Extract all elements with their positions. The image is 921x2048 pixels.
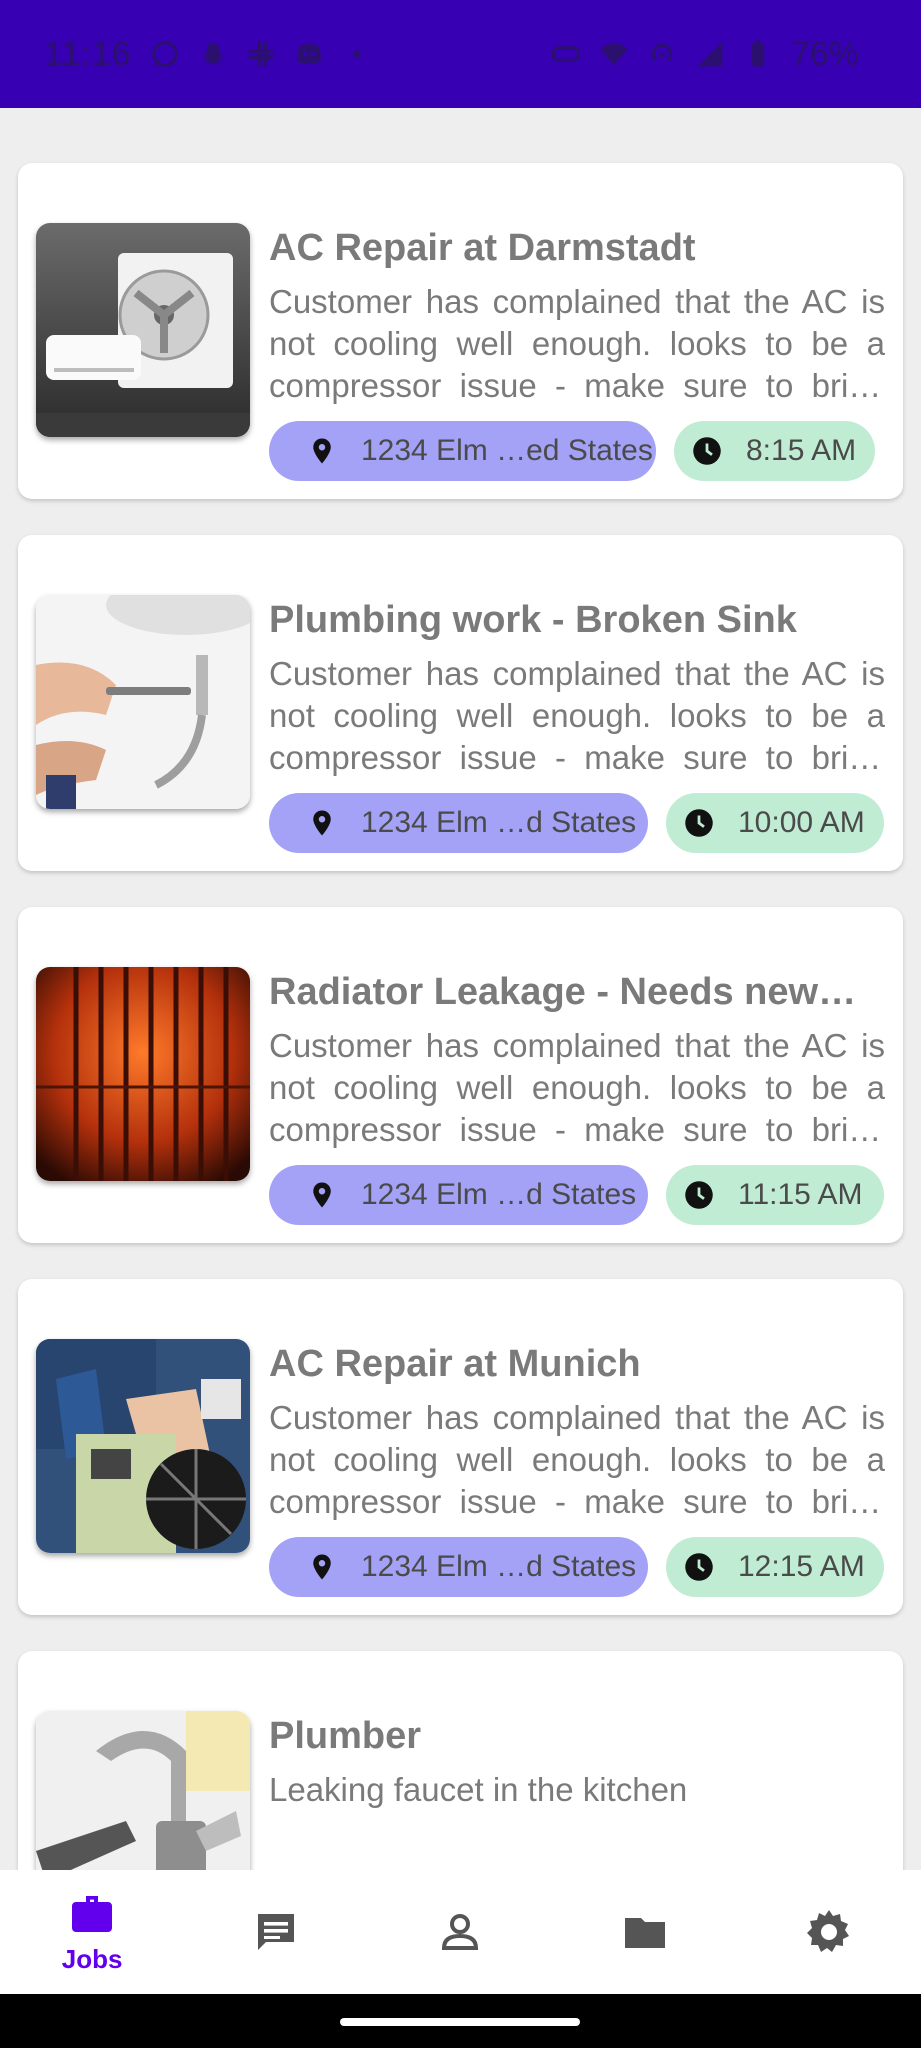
faucet-image [36, 1711, 250, 1870]
discord-icon [296, 44, 322, 64]
status-right: 76% [551, 35, 859, 74]
vr-icon [551, 46, 580, 62]
dot-icon [352, 50, 361, 58]
job-description: Customer has complained that the AC is n… [269, 1399, 885, 1520]
radiator-illustration [36, 967, 250, 1181]
plumbing-image [36, 595, 250, 809]
location-pin-icon [313, 438, 331, 464]
chip-row: 1234 Elm …d States 10:00 AM [269, 793, 884, 853]
clock-icon [685, 1181, 713, 1209]
gesture-area [0, 1994, 921, 2048]
time-text: 12:15 AM [738, 1550, 865, 1583]
time-text: 11:15 AM [738, 1178, 863, 1211]
job-title: Radiator Leakage - Needs new… [269, 971, 857, 1013]
location-text: 1234 Elm …d States [361, 1550, 637, 1583]
plumbing-illustration [36, 595, 250, 809]
clock-icon [685, 1553, 713, 1581]
location-chip[interactable]: 1234 Elm …d States [269, 1537, 648, 1597]
nav-messages[interactable] [216, 1908, 336, 1956]
location-chip[interactable]: 1234 Elm …ed States [269, 421, 656, 481]
briefcase-icon [72, 1895, 113, 1932]
location-text: 1234 Elm …ed States [361, 434, 653, 467]
slack-icon [248, 41, 274, 67]
location-text: 1234 Elm …d States [361, 806, 637, 839]
location-text: 1234 Elm …d States [361, 1178, 637, 1211]
battery-percent: 76% [790, 34, 859, 73]
job-card[interactable]: AC Repair at Munich Customer has complai… [18, 1279, 903, 1615]
home-gesture-bar[interactable] [340, 2018, 580, 2026]
radiator-image [36, 967, 250, 1181]
job-title: AC Repair at Munich [269, 1343, 641, 1385]
job-list[interactable]: AC Repair at Darmstadt Customer has comp… [0, 108, 921, 1870]
status-left: 11:16 [44, 35, 372, 74]
nav-jobs[interactable]: Jobs [32, 1890, 152, 1975]
technician-image [36, 1339, 250, 1553]
job-description: Customer has complained that the AC is n… [269, 1027, 885, 1148]
job-card[interactable]: Plumbing work - Broken Sink Customer has… [18, 535, 903, 871]
ac-unit-illustration [36, 223, 250, 437]
whatsapp-icon [151, 41, 178, 67]
time-chip[interactable]: 10:00 AM [666, 793, 884, 853]
time-text: 8:15 AM [746, 434, 857, 467]
snapchat-icon [202, 42, 223, 66]
job-title: Plumbing work - Broken Sink [269, 599, 797, 641]
nav-jobs-label: Jobs [61, 1943, 123, 1974]
clock-icon [685, 809, 713, 837]
location-pin-icon [313, 1554, 331, 1580]
job-card[interactable]: Radiator Leakage - Needs new… Customer h… [18, 907, 903, 1243]
status-time: 11:16 [44, 34, 132, 73]
chip-row: 1234 Elm …d States 12:15 AM [269, 1537, 884, 1597]
location-chip[interactable]: 1234 Elm …d States [269, 1165, 648, 1225]
job-description: Leaking faucet in the kitchen [269, 1771, 688, 1808]
clock-icon [693, 437, 721, 465]
nav-settings[interactable] [769, 1908, 889, 1956]
job-title: Plumber [269, 1715, 422, 1757]
chip-row: 1234 Elm …ed States 8:15 AM [269, 421, 875, 481]
status-bar: 11:16 76% [0, 0, 921, 108]
job-title: AC Repair at Darmstadt [269, 227, 696, 269]
technician-illustration [36, 1339, 250, 1553]
location-pin-icon [313, 1182, 331, 1208]
person-icon [442, 1914, 479, 1950]
bottom-navigation: Jobs [0, 1870, 921, 1994]
job-description: Customer has complained that the AC is n… [269, 655, 885, 776]
time-chip[interactable]: 12:15 AM [666, 1537, 884, 1597]
job-description: Customer has complained that the AC is n… [269, 283, 885, 404]
nav-profile[interactable] [400, 1908, 520, 1956]
hotspot-icon [651, 43, 673, 62]
location-pin-icon [313, 810, 331, 836]
battery-icon [751, 40, 765, 67]
location-chip[interactable]: 1234 Elm …d States [269, 793, 648, 853]
signal-icon [697, 41, 723, 67]
job-card[interactable]: AC Repair at Darmstadt Customer has comp… [18, 163, 903, 499]
settings-icon [806, 1910, 849, 1952]
nav-files[interactable] [585, 1908, 705, 1956]
wifi-icon [600, 43, 628, 66]
time-chip[interactable]: 8:15 AM [674, 421, 875, 481]
job-card[interactable]: Plumber Leaking faucet in the kitchen [18, 1651, 903, 1870]
folder-icon [624, 1918, 665, 1948]
time-chip[interactable]: 11:15 AM [666, 1165, 884, 1225]
chip-row: 1234 Elm …d States 11:15 AM [269, 1165, 884, 1225]
faucet-illustration [36, 1711, 250, 1870]
chat-icon [258, 1914, 295, 1950]
time-text: 10:00 AM [738, 806, 865, 839]
ac-unit-image [36, 223, 250, 437]
